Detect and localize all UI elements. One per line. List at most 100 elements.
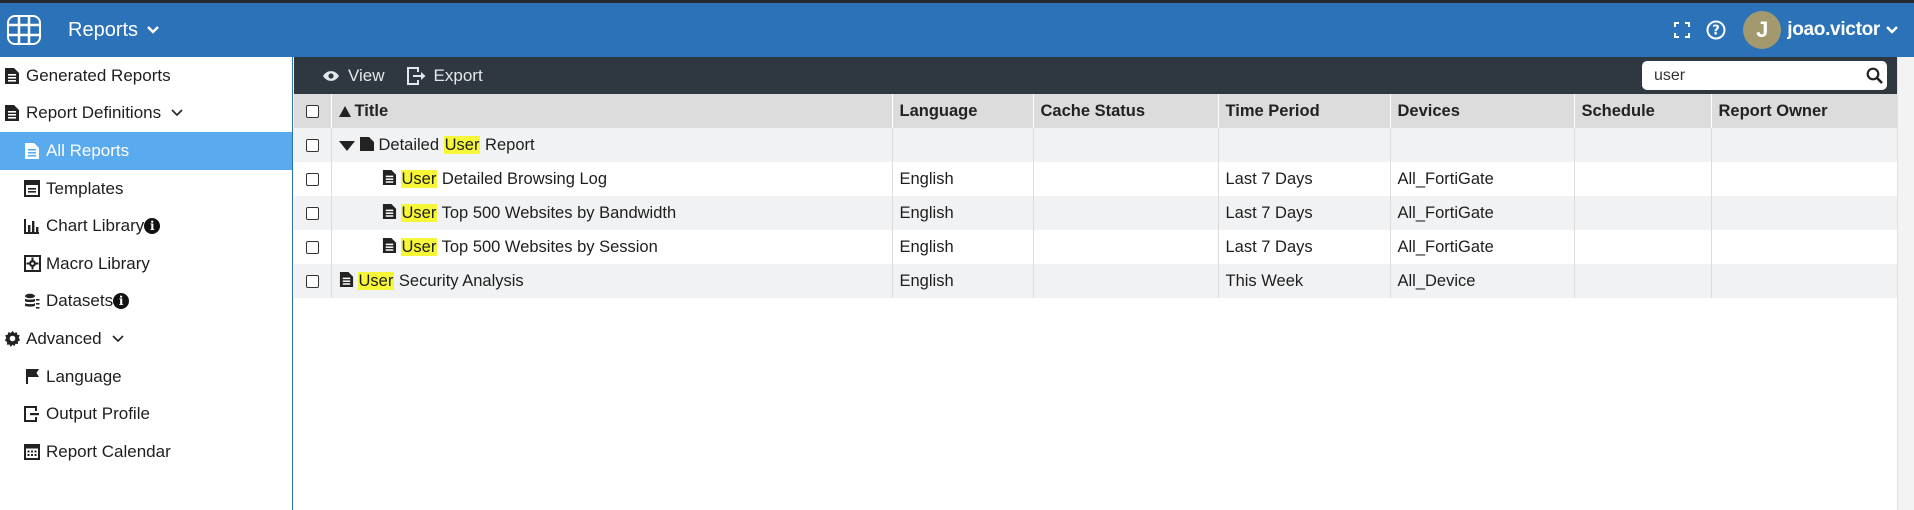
language-cell: English [892,264,1034,298]
calendar-icon [22,442,42,462]
report-owner-cell [1711,162,1898,196]
time-period-cell [1218,128,1391,162]
reports-module-menu[interactable]: Reports [68,19,160,42]
sidebar-item-label: Generated Reports [26,65,171,85]
report-doc-icon [382,203,397,220]
schedule-cell [1574,128,1712,162]
sidebar-item-label: Report Calendar [46,441,171,461]
report-owner-cell [1711,128,1898,162]
table-row[interactable]: User Security Analysis English This Week… [294,264,1898,298]
export-button[interactable]: Export [406,65,483,86]
row-checkbox[interactable] [305,172,319,186]
cache-status-cell [1033,230,1219,264]
column-header-schedule[interactable]: Schedule [1574,94,1712,128]
sidebar-item-label: Templates [46,178,124,198]
chevron-down-icon [1886,26,1898,34]
devices-cell: All_FortiGate [1390,196,1575,230]
sidebar-item-label: Advanced [26,328,102,348]
sidebar-item-label: Datasets [46,291,114,311]
checkbox-cell [294,196,332,230]
sidebar-item-label: Macro Library [46,253,150,273]
language-cell [892,128,1034,162]
column-header-report-owner[interactable]: Report Owner [1711,94,1898,128]
title-cell: User Top 500 Websites by Session [331,230,893,264]
table-row[interactable]: User Top 500 Websites by Session English… [294,230,1898,264]
devices-cell: All_FortiGate [1390,230,1575,264]
app-title: Reports [68,18,139,41]
sidebar-item-output-profile[interactable]: Output Profile [0,395,292,433]
view-button[interactable]: View [322,66,385,86]
schedule-cell [1574,264,1712,298]
collapse-triangle-icon[interactable] [338,141,355,151]
sidebar-item-label: Output Profile [46,404,150,424]
column-header-language[interactable]: Language [892,94,1034,128]
user-menu[interactable]: J joao.victor [1733,11,1900,49]
table-row[interactable]: User Top 500 Websites by Bandwidth Engli… [294,196,1898,230]
help-button[interactable]: ? [1699,13,1733,47]
report-doc-icon [382,237,397,254]
title-cell: User Detailed Browsing Log [331,162,893,196]
sort-ascending-icon [338,105,351,117]
sidebar-item-report-calendar[interactable]: Report Calendar [0,433,292,471]
cache-status-cell [1033,264,1219,298]
search-icon[interactable] [1861,67,1887,84]
report-doc-icon [382,169,397,186]
info-icon[interactable]: i [144,218,161,235]
row-checkbox[interactable] [305,240,319,254]
table-row[interactable]: Detailed User Report [294,128,1898,162]
cache-status-cell [1033,196,1219,230]
sidebar-item-advanced[interactable]: Advanced [0,320,292,358]
grid-apps-icon [7,15,41,45]
devices-cell [1390,128,1575,162]
column-header-devices[interactable]: Devices [1390,94,1575,128]
row-checkbox[interactable] [305,206,319,220]
fullscreen-button[interactable] [1665,13,1699,47]
report-doc-icon [2,66,22,86]
view-label: View [348,65,385,85]
select-all-cell [294,94,332,128]
report-doc-icon [339,271,354,288]
column-header-title[interactable]: Title [331,94,893,128]
toolbar: View Export [294,57,1897,94]
checkbox-cell [294,128,332,162]
report-owner-cell [1711,230,1898,264]
flag-icon [22,367,42,387]
sidebar-item-macro-library[interactable]: Macro Library [0,245,292,283]
folder-doc-icon [359,135,375,152]
app-menu-button[interactable] [2,8,46,52]
checkbox-cell [294,162,332,196]
chevron-down-icon [171,109,183,117]
fullscreen-icon [1674,22,1691,38]
username: joao.victor [1787,19,1880,40]
avatar: J [1743,11,1782,49]
export-icon [406,66,426,85]
gear-icon [2,329,22,349]
sidebar-item-all-reports[interactable]: All Reports [0,132,292,170]
top-bar: Reports ? J joao.victor [0,0,1914,57]
report-doc-icon [22,141,42,161]
eye-icon [323,70,339,81]
language-cell: English [892,230,1034,264]
export-label: Export [433,65,483,85]
devices-cell: All_Device [1390,264,1575,298]
sidebar-item-templates[interactable]: Templates [0,170,292,208]
row-checkbox[interactable] [305,138,319,152]
report-owner-cell [1711,196,1898,230]
row-checkbox[interactable] [305,274,319,288]
sidebar-item-report-definitions[interactable]: Report Definitions [0,95,292,133]
search-input[interactable] [1642,62,1861,89]
table-row[interactable]: User Detailed Browsing Log English Last … [294,162,1898,196]
cache-status-cell [1033,162,1219,196]
vertical-scrollbar[interactable] [1897,57,1914,510]
sidebar-item-language[interactable]: Language [0,358,292,396]
column-header-time-period[interactable]: Time Period [1218,94,1391,128]
chevron-down-icon [147,26,159,34]
sidebar-item-label: All Reports [46,140,130,160]
column-header-cache-status[interactable]: Cache Status [1033,94,1219,128]
sidebar-item-datasets[interactable]: Datasets i [0,283,292,321]
select-all-checkbox[interactable] [305,104,319,118]
bar-chart-icon [22,216,42,236]
sidebar-item-generated-reports[interactable]: Generated Reports [0,57,292,95]
sidebar-item-chart-library[interactable]: Chart Library i [0,207,292,245]
info-icon[interactable]: i [113,293,130,310]
